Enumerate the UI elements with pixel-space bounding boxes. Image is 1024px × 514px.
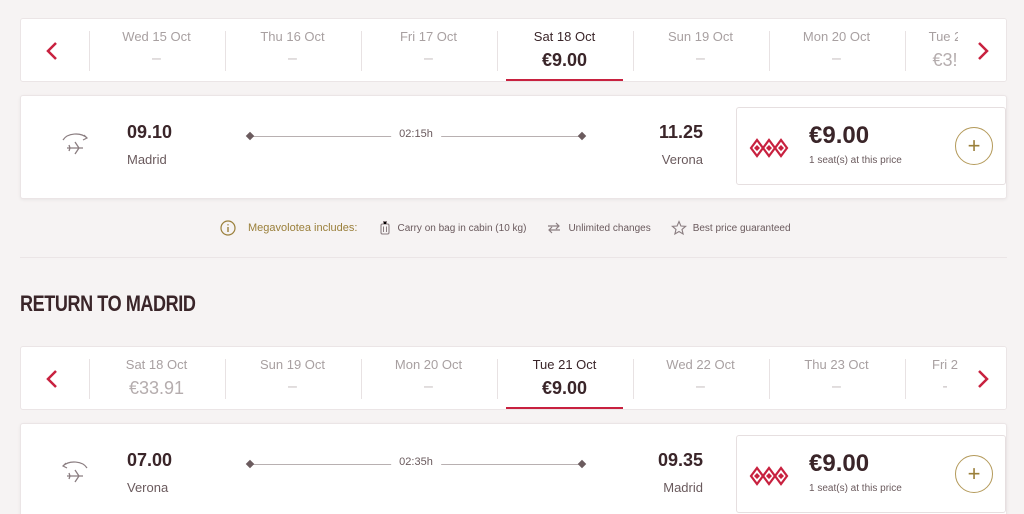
date-label: Mon 20 Oct xyxy=(394,357,463,372)
include-unlimited-changes: Unlimited changes xyxy=(546,221,651,235)
date-label: Sun 19 Oct xyxy=(259,357,326,372)
date-label: Sat 18 Oct xyxy=(533,29,596,44)
date-price: – xyxy=(832,50,841,67)
outbound-next-dates-button[interactable] xyxy=(958,19,1006,81)
date-label: Wed 15 Oct xyxy=(122,29,191,44)
date-price: – xyxy=(424,378,433,395)
timeline-start-dot xyxy=(245,459,255,469)
date-price: – xyxy=(832,378,841,395)
date-label: Mon 20 Oct xyxy=(802,29,871,44)
date-price: – xyxy=(696,378,705,395)
outbound-date-bar: Wed 15 Oct – Thu 16 Oct – Fri 17 Oct – Sat … xyxy=(20,18,1007,82)
date-price: €33.91 xyxy=(128,378,185,398)
megavolotea-logo-icon xyxy=(749,138,789,158)
arrival-time: 09.35 xyxy=(657,450,703,470)
date-cell-sun-19-oct[interactable]: Sun 19 Oct – xyxy=(225,347,360,409)
date-label: Tue 21 Oct xyxy=(532,357,597,372)
flight-timeline: 02:35h xyxy=(245,456,587,469)
date-cell-mon-20-oct[interactable]: Mon 20 Oct – xyxy=(769,19,904,81)
fare-price-box[interactable]: €9.00 1 seat(s) at this price + xyxy=(736,107,1006,185)
seats-available: 1 seat(s) at this price xyxy=(809,483,902,494)
return-flight-card[interactable]: 07.00 Verona 02:35h 09.35 Madrid €9.00 1… xyxy=(20,423,1007,514)
date-label: Thu 23 Oct xyxy=(804,357,869,372)
outbound-flight-card[interactable]: 09.10 Madrid 02:15h 11.25 Verona €9.00 1… xyxy=(20,95,1007,199)
selected-indicator xyxy=(506,407,623,409)
date-cell-tue-21-oct[interactable]: Tue 21 Oct €9.00 xyxy=(497,347,632,409)
date-cell-wed-15-oct[interactable]: Wed 15 Oct – xyxy=(89,19,224,81)
include-label: Best price guaranteed xyxy=(692,222,791,234)
add-flight-button[interactable]: + xyxy=(955,455,993,493)
date-cell-thu-16-oct[interactable]: Thu 16 Oct – xyxy=(225,19,360,81)
arrival-city: Verona xyxy=(661,152,703,167)
flight-duration: 02:35h xyxy=(391,456,441,468)
luggage-icon xyxy=(380,221,391,235)
return-prev-dates-button[interactable] xyxy=(27,347,77,409)
return-section-title: RETURN TO MADRID xyxy=(20,291,196,316)
date-price: €9.00 xyxy=(541,50,588,70)
info-icon xyxy=(220,220,236,236)
megavolotea-logo-icon xyxy=(749,466,789,486)
date-label: Sun 19 Oct xyxy=(667,29,734,44)
date-price: – xyxy=(424,50,433,67)
departure-city: Madrid xyxy=(127,152,167,167)
add-flight-button[interactable]: + xyxy=(955,127,993,165)
date-cell-wed-22-oct[interactable]: Wed 22 Oct – xyxy=(633,347,768,409)
date-price: – xyxy=(288,50,297,67)
include-carry-on: Carry on bag in cabin (10 kg) xyxy=(379,220,526,236)
timeline-end-dot xyxy=(577,459,587,469)
date-cell-fri-17-oct[interactable]: Fri 17 Oct – xyxy=(361,19,496,81)
include-label: Unlimited changes xyxy=(568,222,651,234)
selected-indicator xyxy=(506,79,623,81)
return-date-bar: Sat 18 Oct €33.91 Sun 19 Oct – Mon 20 Oct –… xyxy=(20,346,1007,410)
return-next-dates-button[interactable] xyxy=(958,347,1006,409)
date-label: Thu 16 Oct xyxy=(260,29,325,44)
fare-price: €9.00 xyxy=(809,122,870,149)
chevron-left-icon xyxy=(46,370,57,388)
includes-title: Megavolotea includes: xyxy=(248,222,358,234)
include-best-price: Best price guaranteed xyxy=(670,220,791,236)
date-label: Wed 22 Oct xyxy=(666,357,735,372)
plane-arrival-icon xyxy=(61,461,88,483)
departure-time: 09.10 xyxy=(127,122,173,142)
date-label: Sat 18 Oct xyxy=(125,357,188,372)
timeline-start-dot xyxy=(245,131,255,141)
chevron-right-icon xyxy=(978,370,989,388)
date-price: – xyxy=(288,378,297,395)
date-cell-sat-18-oct[interactable]: Sat 18 Oct €9.00 xyxy=(497,19,632,81)
date-cell-sun-19-oct[interactable]: Sun 19 Oct – xyxy=(633,19,768,81)
arrival-time: 11.25 xyxy=(658,122,703,142)
date-price: €9.00 xyxy=(541,378,588,398)
date-cell-thu-23-oct[interactable]: Thu 23 Oct – xyxy=(769,347,904,409)
timeline-end-dot xyxy=(577,131,587,141)
departure-time: 07.00 xyxy=(127,450,173,470)
fare-price-box[interactable]: €9.00 1 seat(s) at this price + xyxy=(736,435,1006,513)
fare-includes: Megavolotea includes: Carry on bag in ca… xyxy=(220,218,811,238)
date-price: – xyxy=(696,50,705,67)
outbound-prev-dates-button[interactable] xyxy=(27,19,77,81)
plane-departure-icon xyxy=(62,133,89,155)
arrival-city: Madrid xyxy=(663,480,703,495)
flight-timeline: 02:15h xyxy=(245,128,587,141)
chevron-right-icon xyxy=(978,42,989,60)
swap-icon xyxy=(548,222,561,234)
chevron-left-icon xyxy=(46,42,57,60)
fare-price: €9.00 xyxy=(809,450,870,477)
date-cell-mon-20-oct[interactable]: Mon 20 Oct – xyxy=(361,347,496,409)
date-label: Fri 17 Oct xyxy=(399,29,458,44)
seats-available: 1 seat(s) at this price xyxy=(809,155,902,166)
date-price: – xyxy=(152,50,161,67)
flight-duration: 02:15h xyxy=(391,128,441,140)
star-icon xyxy=(670,220,687,236)
include-label: Carry on bag in cabin (10 kg) xyxy=(397,222,527,234)
departure-city: Verona xyxy=(127,480,169,495)
section-divider xyxy=(20,257,1007,258)
date-cell-sat-18-oct[interactable]: Sat 18 Oct €33.91 xyxy=(89,347,224,409)
